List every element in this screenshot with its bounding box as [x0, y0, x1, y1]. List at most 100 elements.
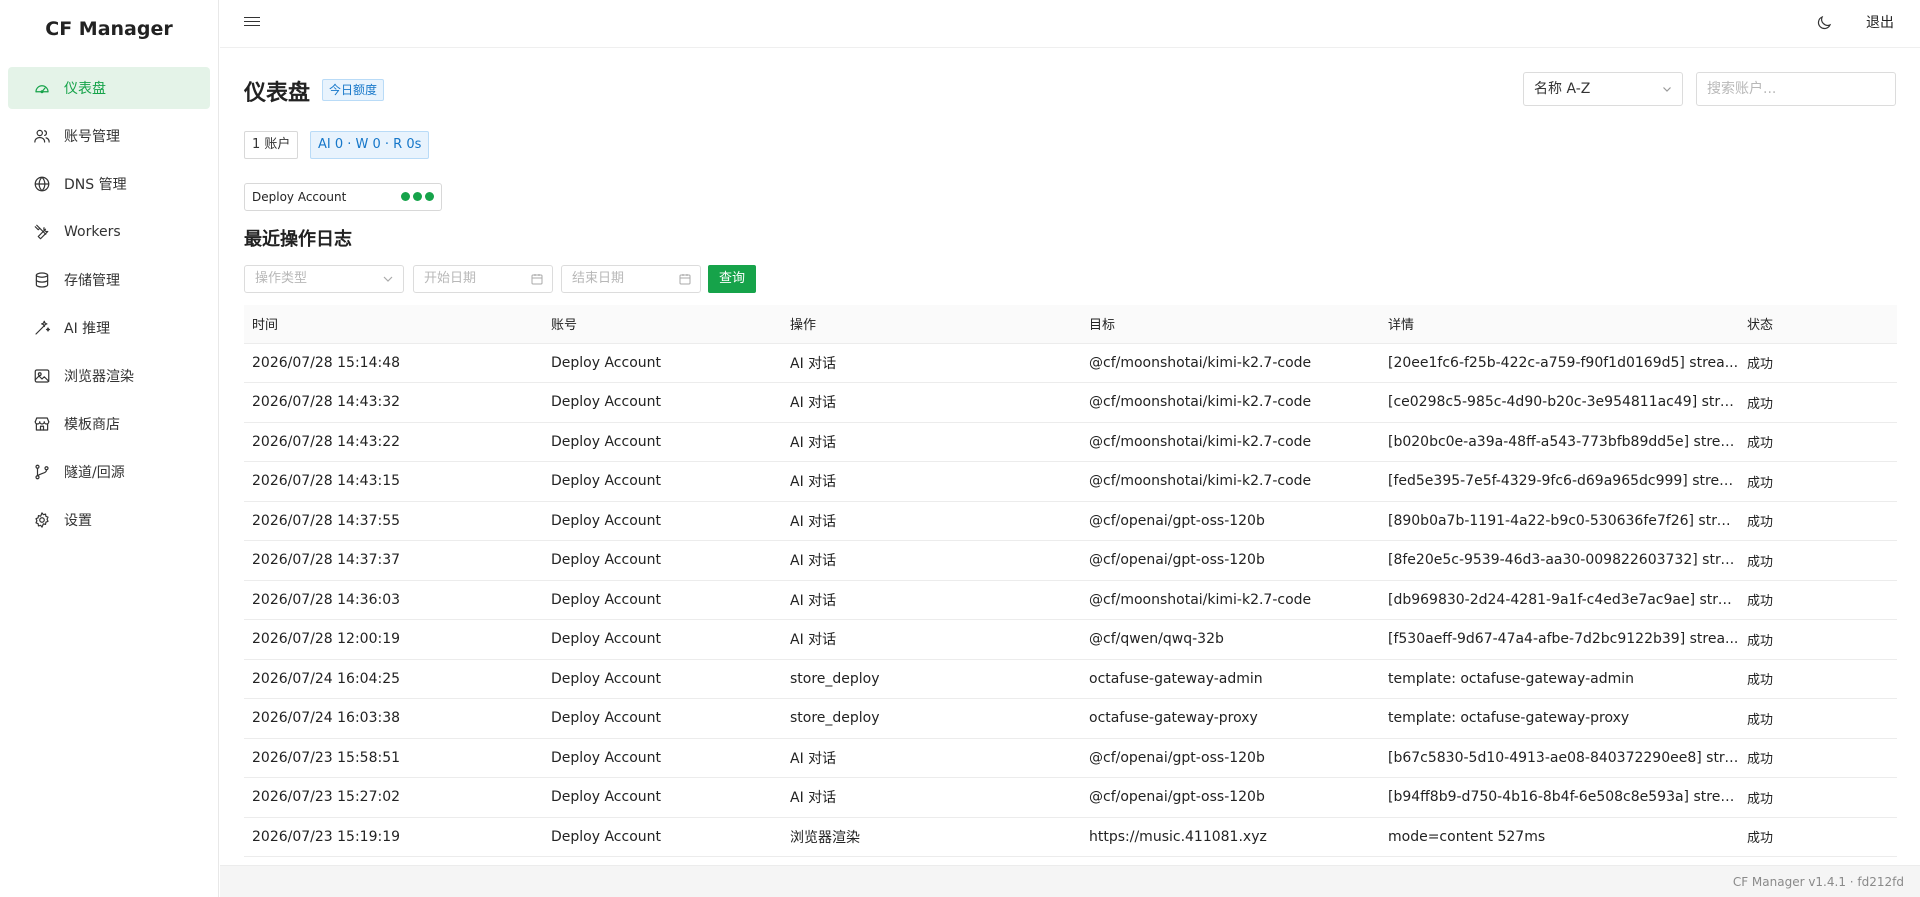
- branch-icon: [32, 462, 52, 482]
- operation-type-placeholder: 操作类型: [255, 271, 308, 286]
- cell-account: Deploy Account: [543, 540, 782, 581]
- cell-time: 2026/07/23 15:58:51: [244, 738, 543, 778]
- cell-details: [db969830-2d24-4281-9a1f-c4ed3e7ac9ae] s…: [1380, 580, 1739, 620]
- menu-toggle-icon[interactable]: [244, 14, 260, 30]
- cell-account: Deploy Account: [543, 777, 782, 818]
- cell-time: 2026/07/28 14:43:15: [244, 461, 543, 502]
- sidebar-nav: 仪表盘 账号管理 DNS 管理 Workers 存储管理 AI 推理 浏览器渲染…: [0, 58, 218, 541]
- operation-type-select[interactable]: 操作类型: [244, 265, 404, 293]
- table-row: 2026/07/28 14:37:37 Deploy Account AI 对话…: [244, 540, 1897, 581]
- table-row: 2026/07/28 15:14:48 Deploy Account AI 对话…: [244, 343, 1897, 383]
- status-dot: [413, 192, 422, 201]
- cell-time: 2026/07/23 15:27:02: [244, 777, 543, 818]
- cell-status: 成功: [1739, 619, 1897, 660]
- cell-operation: 浏览器渲染: [782, 817, 1081, 857]
- cell-target: @cf/openai/gpt-oss-120b: [1081, 540, 1380, 581]
- sidebar-item-accounts[interactable]: 账号管理: [8, 115, 210, 157]
- table-row: 2026/07/28 14:37:55 Deploy Account AI 对话…: [244, 501, 1897, 541]
- end-date-input[interactable]: 结束日期: [561, 265, 701, 293]
- cell-operation: AI 对话: [782, 619, 1081, 660]
- sidebar-item-label: 仪表盘: [64, 81, 106, 97]
- image-icon: [32, 366, 52, 386]
- cell-details: [fed5e395-7e5f-4329-9fc6-d69a965dc999] s…: [1380, 461, 1739, 502]
- cell-account: Deploy Account: [543, 619, 782, 660]
- cell-operation: AI 对话: [782, 461, 1081, 502]
- dashboard-icon: [32, 78, 52, 98]
- cell-status: 成功: [1739, 738, 1897, 778]
- cell-status: 成功: [1739, 343, 1897, 383]
- cell-target: octafuse-gateway-admin: [1081, 659, 1380, 699]
- query-button[interactable]: 查询: [708, 265, 756, 293]
- table-row: 2026/07/24 16:03:38 Deploy Account store…: [244, 698, 1897, 739]
- account-card[interactable]: Deploy Account: [244, 183, 442, 211]
- sidebar-item-storage[interactable]: 存储管理: [8, 259, 210, 301]
- end-date-placeholder: 结束日期: [572, 271, 625, 286]
- page-title: 仪表盘: [244, 81, 311, 106]
- store-icon: [32, 414, 52, 434]
- column-header-account: 账号: [543, 305, 782, 344]
- cell-time: 2026/07/23 15:19:19: [244, 817, 543, 857]
- cell-time: 2026/07/28 14:37:37: [244, 540, 543, 581]
- cell-account: Deploy Account: [543, 817, 782, 857]
- cell-status: 成功: [1739, 777, 1897, 818]
- cell-account: Deploy Account: [543, 659, 782, 699]
- cell-operation: store_deploy: [782, 698, 1081, 739]
- cell-status: 成功: [1739, 501, 1897, 541]
- sidebar-item-workers[interactable]: Workers: [8, 211, 210, 253]
- cell-target: octafuse-gateway-proxy: [1081, 698, 1380, 739]
- sidebar-item-dashboard[interactable]: 仪表盘: [8, 67, 210, 109]
- sidebar-item-ai[interactable]: AI 推理: [8, 307, 210, 349]
- cell-operation: store_deploy: [782, 659, 1081, 699]
- logs-section-title: 最近操作日志: [244, 229, 352, 250]
- start-date-input[interactable]: 开始日期: [413, 265, 553, 293]
- cell-account: Deploy Account: [543, 382, 782, 423]
- sort-select-value: 名称 A-Z: [1534, 81, 1591, 97]
- column-header-time: 时间: [244, 305, 543, 344]
- status-dot: [401, 192, 410, 201]
- start-date-placeholder: 开始日期: [424, 271, 477, 286]
- sidebar-item-tunnels[interactable]: 隧道/回源: [8, 451, 210, 493]
- cell-details: [ce0298c5-985c-4d90-b20c-3e954811ac49] s…: [1380, 382, 1739, 423]
- database-icon: [32, 270, 52, 290]
- cell-status: 成功: [1739, 461, 1897, 502]
- sidebar-item-settings[interactable]: 设置: [8, 499, 210, 541]
- sidebar-item-label: 浏览器渲染: [64, 369, 134, 385]
- cell-operation: AI 对话: [782, 777, 1081, 818]
- search-input[interactable]: [1696, 72, 1896, 106]
- table-row: 2026/07/23 15:58:51 Deploy Account AI 对话…: [244, 738, 1897, 778]
- calendar-icon: [679, 274, 691, 285]
- cell-account: Deploy Account: [543, 422, 782, 462]
- cell-target: https://music.411081.xyz: [1081, 817, 1380, 857]
- cell-operation: AI 对话: [782, 343, 1081, 383]
- cell-details: template: octafuse-gateway-admin: [1380, 659, 1739, 699]
- sidebar-item-browser-render[interactable]: 浏览器渲染: [8, 355, 210, 397]
- cell-time: 2026/07/28 15:14:48: [244, 343, 543, 383]
- sparkles-icon: [32, 318, 52, 338]
- cell-details: mode=content 527ms: [1380, 817, 1739, 857]
- status-dot: [425, 192, 434, 201]
- quota-badge[interactable]: 今日额度: [322, 79, 385, 101]
- sidebar-item-label: AI 推理: [64, 321, 111, 337]
- cell-account: Deploy Account: [543, 461, 782, 502]
- cell-operation: AI 对话: [782, 738, 1081, 778]
- cell-target: @cf/openai/gpt-oss-120b: [1081, 501, 1380, 541]
- main-content: 仪表盘 今日额度 名称 A-Z 1 账户 AI 0 · W 0 · R 0s D…: [220, 49, 1920, 865]
- sidebar-item-template-store[interactable]: 模板商店: [8, 403, 210, 445]
- column-header-details: 详情: [1380, 305, 1739, 344]
- cell-details: [b020bc0e-a39a-48ff-a543-773bfb89dd5e] s…: [1380, 422, 1739, 462]
- cell-operation: AI 对话: [782, 580, 1081, 620]
- account-card-name: Deploy Account: [252, 190, 347, 204]
- logout-button[interactable]: 退出: [1866, 12, 1894, 32]
- cell-operation: AI 对话: [782, 422, 1081, 462]
- cell-account: Deploy Account: [543, 580, 782, 620]
- usage-stats-chip: AI 0 · W 0 · R 0s: [310, 131, 430, 159]
- sort-select[interactable]: 名称 A-Z: [1523, 72, 1683, 106]
- theme-toggle-moon-icon[interactable]: [1815, 14, 1835, 34]
- chevron-down-icon: [383, 276, 393, 282]
- column-header-status: 状态: [1739, 305, 1897, 344]
- cell-time: 2026/07/24 16:04:25: [244, 659, 543, 699]
- sidebar-item-dns[interactable]: DNS 管理: [8, 163, 210, 205]
- cell-target: @cf/openai/gpt-oss-120b: [1081, 738, 1380, 778]
- cell-target: @cf/openai/gpt-oss-120b: [1081, 777, 1380, 818]
- table-row: 2026/07/28 14:43:15 Deploy Account AI 对话…: [244, 461, 1897, 502]
